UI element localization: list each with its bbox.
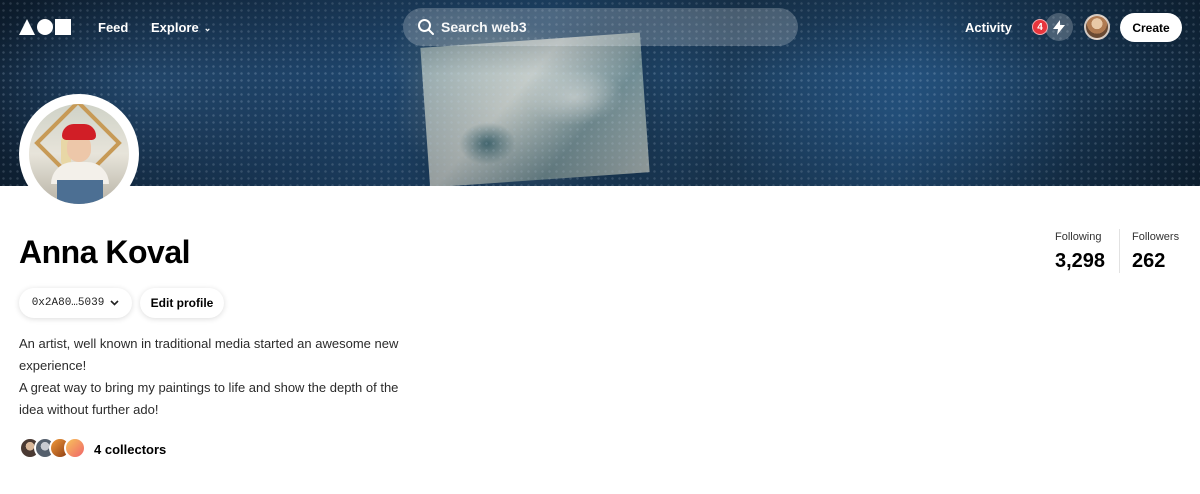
nav-explore-menu[interactable]: Explore ⌄ (151, 20, 211, 35)
top-nav: Feed Explore ⌄ Activity 4 Create (0, 0, 1200, 56)
search-bar[interactable] (403, 8, 798, 46)
logo[interactable] (19, 19, 71, 35)
collectors-link[interactable]: 4 collectors (19, 436, 166, 462)
following-label: Following (1055, 231, 1102, 243)
wallet-address-dropdown[interactable]: 0x2A80…5039 (19, 288, 132, 318)
collector-avatars (19, 436, 91, 462)
lightning-icon (1053, 19, 1065, 35)
stats-divider (1119, 229, 1120, 273)
search-icon (418, 19, 434, 35)
followers-count: 262 (1132, 250, 1166, 272)
nav-activity-link[interactable]: Activity (965, 20, 1012, 35)
profile-photo (29, 104, 129, 204)
user-avatar[interactable] (1084, 14, 1110, 40)
notification-count-badge: 4 (1032, 19, 1048, 35)
bio-line: A great way to bring my paintings to lif… (19, 380, 399, 417)
profile-name: Anna Koval (19, 234, 191, 270)
chevron-down-icon (110, 300, 119, 306)
nav-explore-label: Explore (151, 20, 199, 35)
chevron-down-icon: ⌄ (203, 23, 212, 33)
notifications-button[interactable] (1045, 13, 1073, 41)
search-input[interactable] (441, 19, 781, 35)
following-count: 3,298 (1055, 250, 1106, 272)
bio-line: An artist, well known in traditional med… (19, 336, 399, 373)
edit-profile-button[interactable]: Edit profile (140, 288, 224, 318)
profile-avatar (19, 94, 139, 214)
profile-bio: An artist, well known in traditional med… (19, 333, 419, 421)
collectors-count: 4 collectors (94, 441, 167, 457)
create-button[interactable]: Create (1120, 13, 1182, 42)
wallet-address: 0x2A80…5039 (31, 297, 105, 309)
avatar (64, 437, 86, 459)
followers-stat[interactable]: Followers 262 (1132, 231, 1179, 273)
following-stat[interactable]: Following 3,298 (1055, 231, 1105, 273)
followers-label: Followers (1132, 231, 1180, 243)
nav-feed-link[interactable]: Feed (98, 20, 128, 35)
